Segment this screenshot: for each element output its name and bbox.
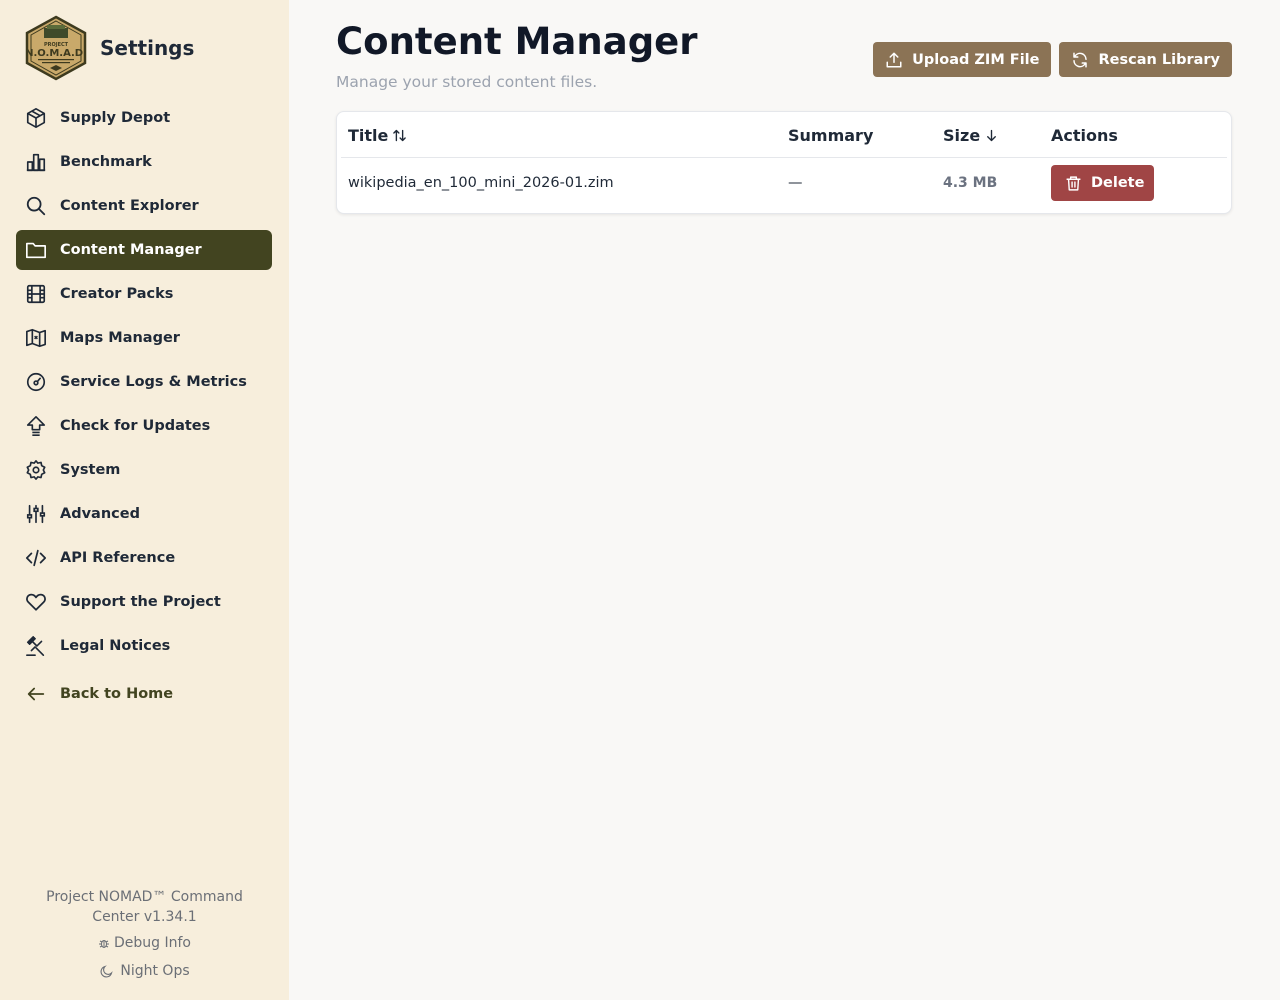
project-nomad-logo[interactable]: PROJECT N.O.M.A.D.: [24, 15, 88, 81]
upload-icon: [886, 52, 902, 67]
folder-icon: [24, 238, 48, 262]
debug-info-link[interactable]: Debug Info: [0, 933, 289, 953]
sidebar-item-advanced[interactable]: Advanced: [16, 494, 272, 534]
svg-text:N.O.M.A.D.: N.O.M.A.D.: [25, 48, 87, 59]
sidebar-item-label: Supply Depot: [60, 110, 171, 126]
header-divider: [341, 157, 1227, 158]
back-to-home-link[interactable]: Back to Home: [16, 674, 272, 714]
brand: PROJECT N.O.M.A.D. Settings: [24, 15, 194, 81]
cell-size: 4.3 MB: [943, 175, 998, 191]
sidebar-footer: Project NOMAD™ Command Center v1.34.1 De…: [0, 887, 289, 981]
sidebar-item-label: Support the Project: [60, 594, 221, 610]
night-ops-label: Night Ops: [120, 963, 190, 979]
night-ops-toggle[interactable]: Night Ops: [0, 961, 289, 981]
page-actions: Upload ZIM File Rescan Library: [873, 42, 1232, 77]
column-title-label: Title: [348, 126, 389, 145]
sidebar-item-maps-manager[interactable]: Maps Manager: [16, 318, 272, 358]
column-header-actions: Actions: [1051, 126, 1118, 145]
bar-chart-icon: [24, 150, 48, 174]
sidebar-item-content-manager[interactable]: Content Manager: [16, 230, 272, 270]
trash-icon: [1066, 175, 1081, 191]
gauge-icon: [24, 370, 48, 394]
column-header-title[interactable]: Title: [348, 126, 407, 145]
sidebar-item-label: Maps Manager: [60, 330, 180, 346]
sidebar-item-system[interactable]: System: [16, 450, 272, 490]
back-to-home-label: Back to Home: [60, 686, 174, 702]
sidebar-item-creator-packs[interactable]: Creator Packs: [16, 274, 272, 314]
sidebar-item-api-reference[interactable]: API Reference: [16, 538, 272, 578]
debug-info-label: Debug Info: [114, 935, 191, 951]
column-header-summary: Summary: [788, 126, 873, 145]
sort-both-icon: [393, 129, 407, 142]
sidebar-item-label: Legal Notices: [60, 638, 171, 654]
sidebar-item-content-explorer[interactable]: Content Explorer: [16, 186, 272, 226]
column-header-size[interactable]: Size: [943, 126, 999, 145]
sidebar-item-legal[interactable]: Legal Notices: [16, 626, 272, 666]
sidebar-item-label: Benchmark: [60, 154, 152, 170]
rescan-library-label: Rescan Library: [1098, 51, 1220, 68]
sidebar-item-label: Content Explorer: [60, 198, 199, 214]
column-size-label: Size: [943, 126, 981, 145]
gavel-icon: [24, 634, 48, 658]
sidebar-item-label: Creator Packs: [60, 286, 174, 302]
sidebar-item-label: Check for Updates: [60, 418, 211, 434]
sidebar-item-supply-depot[interactable]: Supply Depot: [16, 98, 272, 138]
page-title: Content Manager: [336, 20, 698, 63]
upload-zim-button[interactable]: Upload ZIM File: [873, 42, 1052, 77]
map-icon: [24, 326, 48, 350]
delete-label: Delete: [1091, 175, 1145, 191]
sidebar-item-label: Content Manager: [60, 242, 202, 258]
sidebar-item-benchmark[interactable]: Benchmark: [16, 142, 272, 182]
column-summary-label: Summary: [788, 126, 874, 145]
rescan-library-button[interactable]: Rescan Library: [1059, 42, 1232, 77]
sidebar-item-check-updates[interactable]: Check for Updates: [16, 406, 272, 446]
sidebar-item-label: API Reference: [60, 550, 176, 566]
box-icon: [24, 106, 48, 130]
sidebar: PROJECT N.O.M.A.D. Settings Supply Depot…: [0, 0, 289, 1000]
content-table: Title Summary Size Actions wikipedia_en_…: [336, 111, 1232, 214]
column-actions-label: Actions: [1051, 126, 1118, 145]
upload-zim-label: Upload ZIM File: [912, 51, 1040, 68]
page-subtitle: Manage your stored content files.: [336, 73, 598, 91]
heart-icon: [24, 590, 48, 614]
sidebar-title: Settings: [100, 36, 195, 60]
cell-title: wikipedia_en_100_mini_2026-01.zim: [348, 175, 614, 191]
film-icon: [24, 282, 48, 306]
sidebar-item-support[interactable]: Support the Project: [16, 582, 272, 622]
sidebar-nav: Supply Depot Benchmark Content Explorer …: [16, 98, 272, 718]
bug-icon: [99, 940, 109, 948]
upload-arrow-icon: [24, 414, 48, 438]
sliders-icon: [24, 502, 48, 526]
version-text: Project NOMAD™ Command Center v1.34.1: [46, 889, 243, 925]
delete-button[interactable]: Delete: [1051, 165, 1154, 201]
cell-summary: —: [788, 175, 803, 191]
code-icon: [24, 546, 48, 570]
moon-icon: [100, 964, 113, 977]
sidebar-item-label: Service Logs & Metrics: [60, 374, 247, 390]
search-icon: [24, 194, 48, 218]
sidebar-item-label: System: [60, 462, 121, 478]
gear-icon: [24, 458, 48, 482]
sidebar-item-service-logs[interactable]: Service Logs & Metrics: [16, 362, 272, 402]
sort-down-icon: [987, 129, 997, 142]
refresh-icon: [1073, 52, 1088, 67]
arrow-left-icon: [24, 682, 48, 706]
sidebar-item-label: Advanced: [60, 506, 140, 522]
